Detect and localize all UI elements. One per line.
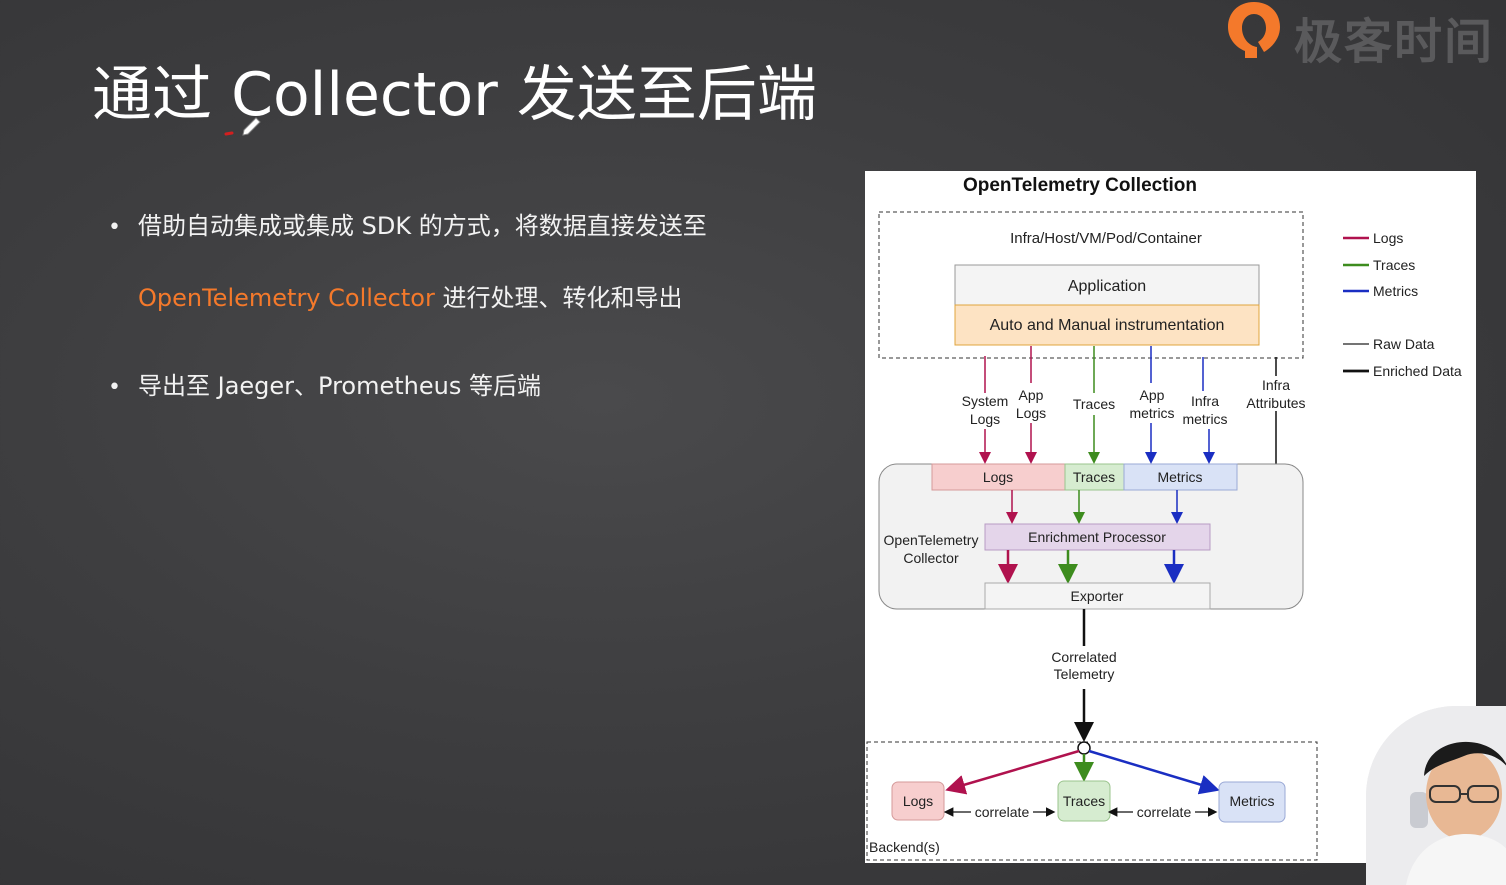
- bullet-text-rest: 进行处理、转化和导出: [434, 284, 683, 312]
- collector-logs-label: Logs: [983, 469, 1013, 485]
- collector-label-1: OpenTelemetry: [884, 532, 979, 548]
- collector-traces-label: Traces: [1073, 469, 1115, 485]
- correlated-label-1: Correlated: [1051, 649, 1116, 665]
- brand-name: 极客时间: [1294, 14, 1495, 70]
- flow-label-system-logs: Logs: [970, 411, 1000, 427]
- correlated-label-2: Telemetry: [1054, 666, 1115, 682]
- backend-traces-label: Traces: [1063, 793, 1105, 809]
- collector-metrics-label: Metrics: [1157, 469, 1202, 485]
- exporter-label: Exporter: [1071, 588, 1124, 604]
- flow-label-system: System: [962, 393, 1009, 409]
- legend: Logs Traces Metrics Raw Data Enriched Da…: [1343, 230, 1462, 379]
- legend-traces-label: Traces: [1373, 257, 1415, 273]
- legend-logs-label: Logs: [1373, 230, 1403, 246]
- bullet-dot: •: [108, 215, 121, 240]
- bullet-item: • 借助自动集成或集成 SDK 的方式，将数据直接发送至: [108, 206, 707, 241]
- annotation-pen-icon: [224, 117, 261, 136]
- bullet-dot: •: [108, 375, 121, 400]
- flow-label-infra-attributes-2: Attributes: [1246, 395, 1305, 411]
- slide-title: 通过 Collector 发送至后端: [92, 60, 817, 130]
- legend-enriched-label: Enriched Data: [1373, 363, 1462, 379]
- bullet-highlight: OpenTelemetry Collector: [138, 284, 435, 312]
- processor-label: Enrichment Processor: [1028, 529, 1166, 545]
- brand-logo: 极客时间: [1222, 0, 1506, 70]
- bullet-text: 导出至 Jaeger、Prometheus 等后端: [138, 372, 541, 400]
- correlate-right-label: correlate: [1137, 804, 1192, 820]
- flow-label-traces: Traces: [1073, 396, 1115, 412]
- flow-label-app-metrics-1: App: [1140, 387, 1165, 403]
- geekbang-logo-icon: [1228, 2, 1280, 58]
- infra-label: Infra/Host/VM/Pod/Container: [1010, 230, 1202, 247]
- fanout-node: [1077, 741, 1091, 755]
- flow-label-infra-metrics-1: Infra: [1191, 393, 1219, 409]
- flow-label-app-metrics-2: metrics: [1129, 405, 1174, 421]
- application-label: Application: [1068, 278, 1146, 295]
- backend-label: Backend(s): [869, 839, 940, 855]
- legend-raw-label: Raw Data: [1373, 336, 1435, 352]
- backend-metrics-label: Metrics: [1229, 793, 1274, 809]
- flow-label-infra-attributes-1: Infra: [1262, 377, 1290, 393]
- bullet-item-continued: OpenTelemetry Collector 进行处理、转化和导出: [138, 278, 682, 313]
- legend-metrics-label: Metrics: [1373, 283, 1418, 299]
- flow-label-app: App: [1019, 387, 1044, 403]
- backend-logs-label: Logs: [903, 793, 933, 809]
- collector-label-2: Collector: [903, 550, 959, 566]
- diagram-title: OpenTelemetry Collection: [963, 175, 1197, 196]
- bullet-text: 借助自动集成或集成 SDK 的方式，将数据直接发送至: [138, 212, 707, 240]
- instrumentation-label: Auto and Manual instrumentation: [990, 317, 1225, 334]
- flow-label-infra-metrics-2: metrics: [1182, 411, 1227, 427]
- bullet-item: • 导出至 Jaeger、Prometheus 等后端: [108, 366, 541, 401]
- flow-label-app-logs: Logs: [1016, 405, 1046, 421]
- correlate-left-label: correlate: [975, 804, 1030, 820]
